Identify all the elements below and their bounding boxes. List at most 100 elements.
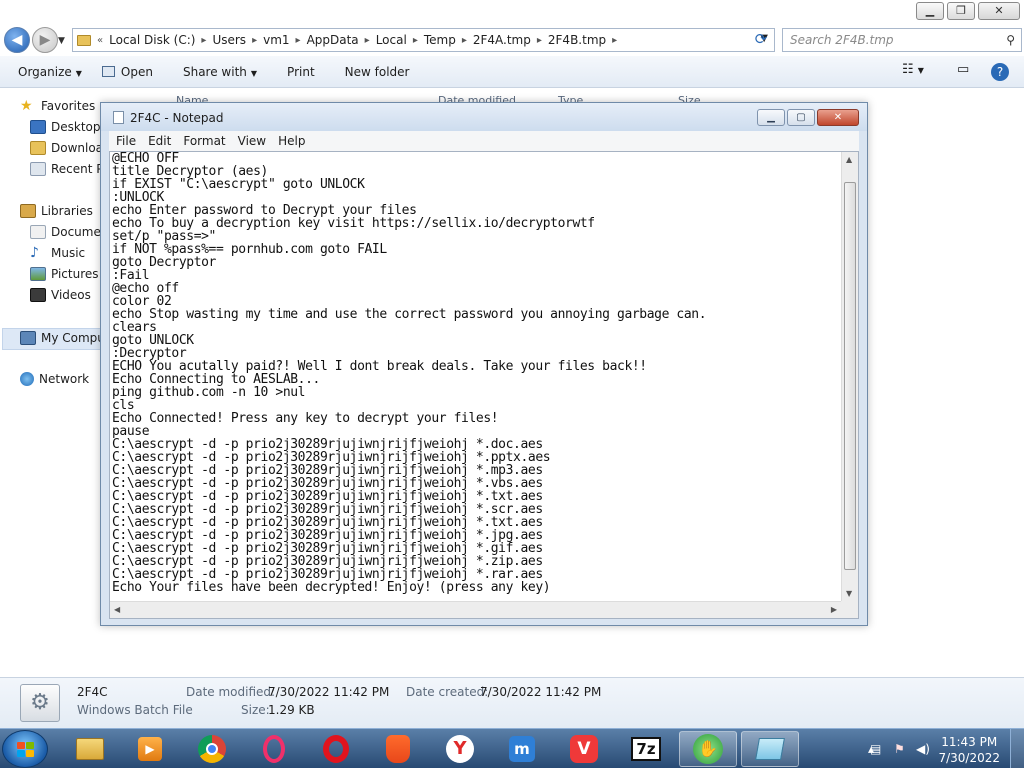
seven-zip-icon: 7z: [631, 737, 661, 761]
taskbar-7zip[interactable]: 7z: [617, 731, 675, 767]
nav-label: Music: [51, 246, 86, 260]
menu-file[interactable]: File: [116, 134, 136, 148]
close-button[interactable]: ✕: [978, 2, 1020, 20]
details-date-created-label: Date created:: [406, 685, 489, 699]
help-icon[interactable]: ?: [991, 63, 1009, 81]
scroll-left-arrow-icon[interactable]: ◀: [114, 605, 120, 614]
vivaldi-icon: V: [570, 735, 598, 763]
breadcrumb-item[interactable]: Users: [212, 33, 246, 47]
minimize-button[interactable]: ▁: [757, 109, 785, 126]
details-date-modified: 7/30/2022 11:42 PM: [268, 685, 390, 699]
windows-logo-icon: [17, 742, 35, 758]
taskbar-maxthon[interactable]: m: [493, 731, 551, 767]
notepad-title: 2F4C - Notepad: [130, 111, 224, 125]
taskbar-vivaldi[interactable]: V: [555, 731, 613, 767]
breadcrumb-overflow[interactable]: «: [97, 35, 103, 46]
preview-pane-icon[interactable]: ▭: [957, 62, 969, 77]
taskbar-explorer[interactable]: [61, 731, 119, 767]
batch-file-gear-icon: ⚙: [20, 684, 60, 722]
back-button[interactable]: ◀: [4, 27, 30, 53]
videos-icon: [30, 288, 46, 302]
notepad-titlebar[interactable]: 2F4C - Notepad ▁ ▢ ✕: [101, 103, 867, 131]
chevron-right-icon[interactable]: ▸: [612, 35, 617, 46]
address-bar[interactable]: « Local Disk (C:) ▸ Users ▸ vm1 ▸ AppDat…: [72, 28, 775, 52]
taskbar-chrome[interactable]: [183, 731, 241, 767]
chevron-right-icon[interactable]: ▸: [252, 35, 257, 46]
menu-view[interactable]: View: [238, 134, 266, 148]
recent-pages-dropdown[interactable]: ▼: [58, 36, 65, 46]
action-center-flag-icon[interactable]: ⚑: [894, 742, 905, 756]
organize-button[interactable]: Organize ▼: [18, 65, 82, 79]
taskbar-yandex[interactable]: Y: [431, 731, 489, 767]
search-input[interactable]: Search 2F4B.tmp ⚲: [782, 28, 1022, 52]
details-size-label: Size:: [241, 703, 270, 717]
search-icon[interactable]: ⚲: [1006, 29, 1015, 51]
downloads-folder-icon: [30, 141, 46, 155]
star-icon: ★: [20, 99, 33, 113]
new-folder-button[interactable]: New folder: [345, 65, 410, 79]
breadcrumb-item[interactable]: 2F4A.tmp: [473, 33, 531, 47]
nav-label: Libraries: [41, 204, 93, 218]
breadcrumb-item[interactable]: 2F4B.tmp: [548, 33, 606, 47]
system-tray: ▴ ▤ ⚑ ◀) 11:43 PM 7/30/2022: [862, 729, 1024, 768]
taskbar-notepad[interactable]: [741, 731, 799, 767]
taskbar-brave[interactable]: [369, 731, 427, 767]
explorer-caption-buttons: ▁ ❐ ✕: [916, 2, 1020, 20]
chevron-right-icon[interactable]: ▸: [537, 35, 542, 46]
start-button[interactable]: [2, 730, 48, 768]
breadcrumb-item[interactable]: AppData: [307, 33, 359, 47]
refresh-icon[interactable]: ⟳: [749, 28, 773, 52]
chevron-right-icon[interactable]: ▸: [413, 35, 418, 46]
taskbar-media-player[interactable]: ▶: [121, 731, 179, 767]
menu-help[interactable]: Help: [278, 134, 305, 148]
nav-label: Desktop: [51, 120, 101, 134]
chevron-right-icon[interactable]: ▸: [296, 35, 301, 46]
chevron-right-icon[interactable]: ▸: [365, 35, 370, 46]
breadcrumb-item[interactable]: Local: [376, 33, 407, 47]
notepad-editor[interactable]: @ECHO OFF title Decryptor (aes) if EXIST…: [109, 151, 859, 619]
scroll-down-arrow-icon[interactable]: ▼: [846, 589, 852, 598]
forward-button[interactable]: ▶: [32, 27, 58, 53]
open-icon: [101, 65, 115, 77]
chevron-down-icon[interactable]: ▼: [918, 66, 924, 75]
print-button[interactable]: Print: [287, 65, 315, 79]
show-desktop-button[interactable]: [1010, 729, 1024, 768]
open-button[interactable]: Open: [101, 65, 153, 79]
minimize-button[interactable]: ▁: [916, 2, 944, 20]
taskbar-opera-gx[interactable]: [245, 731, 303, 767]
vertical-scrollbar[interactable]: ▲ ▼: [841, 152, 858, 601]
taskbar-clock[interactable]: 11:43 PM 7/30/2022: [938, 734, 1000, 766]
scroll-up-arrow-icon[interactable]: ▲: [846, 155, 852, 164]
close-button[interactable]: ✕: [817, 109, 859, 126]
maximize-button[interactable]: ▢: [787, 109, 815, 126]
horizontal-scrollbar[interactable]: ◀ ▶: [110, 601, 841, 618]
chevron-right-icon[interactable]: ▸: [201, 35, 206, 46]
volume-icon[interactable]: ◀): [916, 742, 930, 756]
menu-format[interactable]: Format: [183, 134, 225, 148]
search-placeholder: Search 2F4B.tmp: [790, 33, 894, 47]
breadcrumb-item[interactable]: Temp: [424, 33, 456, 47]
notepad-text-content[interactable]: @ECHO OFF title Decryptor (aes) if EXIST…: [112, 152, 844, 600]
scroll-right-arrow-icon[interactable]: ▶: [831, 605, 837, 614]
breadcrumb-item[interactable]: Local Disk (C:): [109, 33, 195, 47]
maximize-button[interactable]: ❐: [947, 2, 975, 20]
details-file-name: 2F4C: [77, 685, 108, 699]
share-with-button[interactable]: Share with ▼: [183, 65, 257, 79]
nav-label: Network: [39, 372, 90, 386]
vertical-scroll-thumb[interactable]: [844, 182, 856, 570]
details-date-modified-label: Date modified:: [186, 685, 276, 699]
scrollbar-corner: [841, 601, 858, 618]
taskbar: ▶ Y m V 7z ✋ ▴ ▤ ⚑ ◀) 11:43 PM 7/30/2022: [0, 728, 1024, 768]
network-tray-icon[interactable]: ▤: [870, 742, 881, 756]
handshake-icon: ✋: [693, 734, 723, 764]
command-bar: Organize ▼ Open Share with ▼ Print New fol…: [0, 56, 1024, 88]
breadcrumb-item[interactable]: vm1: [263, 33, 289, 47]
network-icon: [20, 372, 34, 386]
chevron-right-icon[interactable]: ▸: [462, 35, 467, 46]
taskbar-handshake-app[interactable]: ✋: [679, 731, 737, 767]
taskbar-opera[interactable]: [307, 731, 365, 767]
notepad-icon: [113, 111, 124, 124]
view-options-icon[interactable]: ☷ ▼: [902, 62, 924, 77]
documents-icon: [30, 225, 46, 239]
menu-edit[interactable]: Edit: [148, 134, 171, 148]
